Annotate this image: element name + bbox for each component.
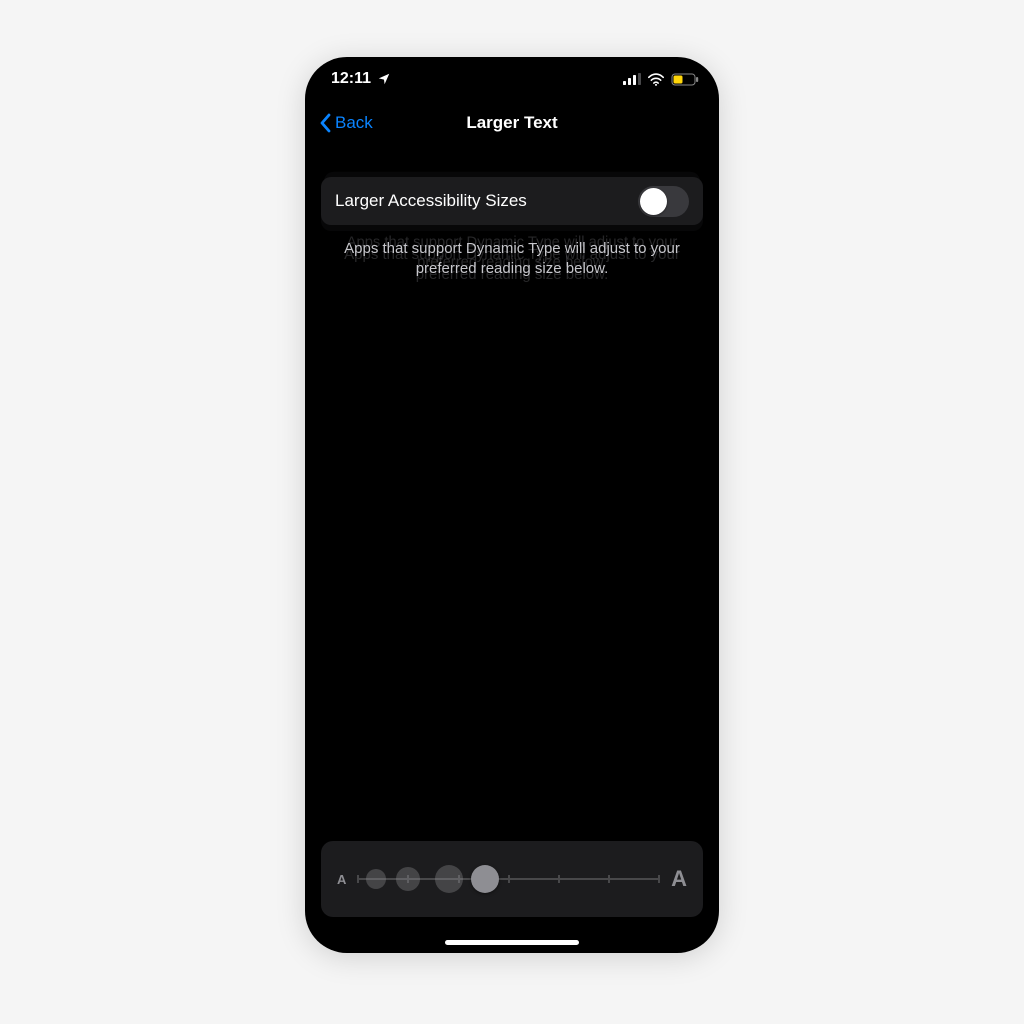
content: Larger Accessibility Sizes Apps that sup… (305, 177, 719, 280)
slider-tick (357, 875, 359, 883)
status-right (623, 73, 699, 86)
page-title: Larger Text (466, 113, 557, 133)
status-time: 12:11 (331, 70, 371, 88)
back-label: Back (335, 113, 373, 133)
slider-tick (508, 875, 510, 883)
back-button[interactable]: Back (313, 101, 379, 145)
cellular-icon (623, 73, 641, 85)
slider-tick (658, 875, 660, 883)
status-bar: 12:11 (305, 57, 719, 101)
accessibility-sizes-toggle[interactable] (638, 186, 689, 217)
slider-thumb[interactable] (471, 865, 499, 893)
status-left: 12:11 (331, 70, 391, 88)
slider-ghost-thumb (435, 865, 463, 893)
row-label: Larger Accessibility Sizes (335, 191, 527, 211)
text-size-slider[interactable] (358, 859, 659, 899)
battery-icon (671, 73, 699, 86)
caption-text: Apps that support Dynamic Type will adju… (321, 239, 703, 280)
wifi-icon (647, 73, 665, 86)
chevron-left-icon (319, 113, 331, 133)
slider-tick (608, 875, 610, 883)
location-icon (377, 72, 391, 86)
accessibility-sizes-row[interactable]: Larger Accessibility Sizes (321, 177, 703, 225)
text-size-slider-card: A A (321, 841, 703, 917)
slider-tick (558, 875, 560, 883)
slider-ghost-thumb (366, 869, 386, 889)
switch-knob (640, 188, 667, 215)
nav-bar: Back Larger Text (305, 101, 719, 145)
phone-frame: 12:11 (305, 57, 719, 953)
front-layer: Larger Accessibility Sizes Apps that sup… (321, 177, 703, 280)
slider-ghost-thumb (396, 867, 420, 891)
slider-max-label: A (671, 866, 687, 892)
home-indicator[interactable] (445, 940, 579, 945)
slider-min-label: A (337, 872, 346, 887)
content-stack: Larger Accessibility Sizes Apps that sup… (321, 177, 703, 280)
